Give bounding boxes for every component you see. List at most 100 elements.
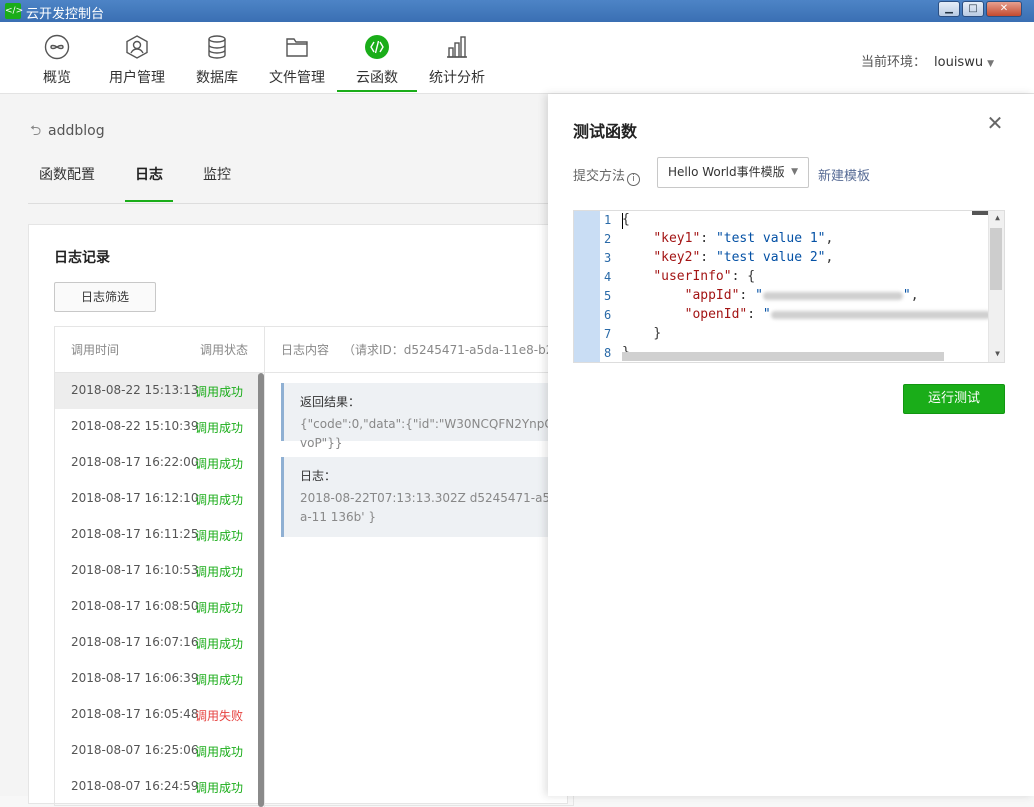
row-status: 调用成功 [195,673,244,687]
env-value: louiswu [934,55,984,70]
line-number: 2 [604,232,612,246]
code-key: "appId" [684,288,740,303]
code-line: "userInfo": { [653,269,756,284]
row-status: 调用失败 [195,709,244,723]
row-status: 调用成功 [195,529,244,543]
request-id: （请求ID：d5245471-a5da-11e8-b250- [343,343,573,357]
code-key: "key2" [653,250,701,265]
user-icon [126,35,148,59]
nav-label: 概览 [43,70,71,86]
editor-gutter [574,211,600,362]
row-time: 2018-08-17 16:12:10 [71,491,199,505]
window-titlebar: </> 云开发控制台 ▁ □ ✕ [0,0,1034,22]
test-function-panel: 测试函数 ✕ 提交方法 i Hello World事件模版 ▼ 新建模板 1 2 … [548,94,1034,796]
nav-label: 统计分析 [429,70,485,86]
table-row[interactable]: 2018-08-07 16:24:59 调用成功 [55,769,259,801]
nav-item-cloud-function[interactable]: 云函数 [337,22,417,94]
redacted-value [762,291,903,300]
run-test-button[interactable]: 运行测试 [903,384,1005,414]
table-row[interactable]: 2018-08-17 16:08:50 调用成功 [55,589,259,625]
nav-item-files[interactable]: 文件管理 [262,22,332,94]
line-number: 3 [604,251,612,265]
scroll-down-icon[interactable]: ▼ [995,349,1000,358]
nav-active-underline [337,90,417,92]
row-status: 调用成功 [195,745,244,759]
row-status: 调用成功 [195,637,244,651]
nav-item-database[interactable]: 数据库 [182,22,252,94]
minimize-button[interactable]: ▁ [938,1,960,17]
code-brace: { [622,212,630,227]
table-row[interactable]: 2018-08-17 16:12:10 调用成功 [55,481,259,517]
code-value: "test value 2" [715,250,826,265]
subtab-active-underline [125,200,173,202]
close-window-button[interactable]: ✕ [986,1,1022,17]
line-number: 4 [604,270,612,284]
row-time: 2018-08-22 15:10:39 [71,419,199,433]
log-list-scrollbar[interactable] [258,373,264,807]
method-label-text: 提交方法 [573,169,626,184]
code-line: { [622,212,630,227]
line-number: 5 [604,289,612,303]
table-row[interactable]: 2018-08-17 16:06:39 调用成功 [55,661,259,697]
redacted-value [770,310,991,319]
table-row[interactable]: 2018-08-17 16:05:48 调用失败 [55,697,259,733]
editor-scroll-thumb[interactable] [990,228,1002,290]
row-time: 2018-08-07 16:24:59 [71,779,199,793]
column-divider [264,327,265,807]
folder-icon [286,38,308,57]
row-status: 调用成功 [195,565,244,579]
table-row[interactable]: 2018-08-17 16:10:53 调用成功 [55,553,259,589]
log-box: 日志： 2018-08-22T07:13:13.302Z d5245471-a5… [281,457,581,537]
maximize-button[interactable]: □ [962,1,984,17]
back-link[interactable]: ⮌ addblog [30,120,105,144]
close-icon[interactable]: ✕ [984,112,1006,134]
tab-monitor[interactable]: 监控 [203,164,231,184]
database-icon [208,35,226,59]
tab-function-config[interactable]: 函数配置 [39,164,95,184]
table-row[interactable]: 2018-08-17 16:22:00 调用成功 [55,445,259,481]
row-time: 2018-08-17 16:08:50 [71,599,199,613]
log-label: 日志： [300,469,337,483]
table-row[interactable]: 2018-08-22 15:13:13 调用成功 [55,373,259,409]
col-header-content: 日志内容 [281,343,330,357]
row-status: 调用成功 [195,457,244,471]
infinity-icon [44,34,70,60]
nav-item-statistics[interactable]: 统计分析 [422,22,492,94]
scroll-up-icon[interactable]: ▲ [995,213,1000,222]
tab-logs[interactable]: 日志 [135,164,163,184]
code-line: "openId": " [622,307,991,322]
editor-scroll-marker [972,211,988,215]
log-text: 2018-08-22T07:13:13.302Z d5245471-a5da-1… [300,491,558,524]
code-line: } [622,326,661,341]
table-row[interactable]: 2018-08-17 16:11:25 调用成功 [55,517,259,553]
template-select[interactable]: Hello World事件模版 ▼ [657,157,809,188]
back-arrow-icon: ⮌ [30,123,42,139]
row-time: 2018-08-17 16:22:00 [71,455,199,469]
line-number: 7 [604,327,612,341]
line-number: 8 [604,346,612,360]
chevron-down-icon: ▼ [987,59,994,69]
code-line: "key2": "test value 2", [653,250,834,265]
row-time: 2018-08-17 16:06:39 [71,671,199,685]
row-status: 调用成功 [195,493,244,507]
nav-item-overview[interactable]: 概览 [22,22,92,94]
env-selector[interactable]: 当前环境： louiswu ▼ [861,51,994,70]
table-row[interactable]: 2018-08-17 16:07:16 调用成功 [55,625,259,661]
table-row[interactable]: 2018-08-22 15:10:39 调用成功 [55,409,259,445]
bar-chart-icon [447,36,467,58]
template-select-value: Hello World事件模版 [668,165,785,179]
row-time: 2018-08-17 16:11:25 [71,527,199,541]
row-status: 调用成功 [195,421,244,435]
editor-vertical-scrollbar[interactable]: ▲ ▼ [988,211,1004,362]
nav-label: 用户管理 [109,70,165,86]
editor-horizontal-scrollbar[interactable] [622,352,944,361]
new-template-link[interactable]: 新建模板 [818,165,870,184]
nav-label: 数据库 [196,70,238,86]
info-icon[interactable]: i [627,173,641,186]
code-editor[interactable]: 1 2 3 4 5 6 7 8 { "key1": "test value 1"… [573,210,1005,363]
nav-item-users[interactable]: 用户管理 [102,22,172,94]
result-label: 返回结果： [300,395,361,409]
log-filter-button[interactable]: 日志筛选 [54,282,156,312]
table-row[interactable]: 2018-08-07 16:25:06 调用成功 [55,733,259,769]
cloud-function-icon [365,35,389,59]
